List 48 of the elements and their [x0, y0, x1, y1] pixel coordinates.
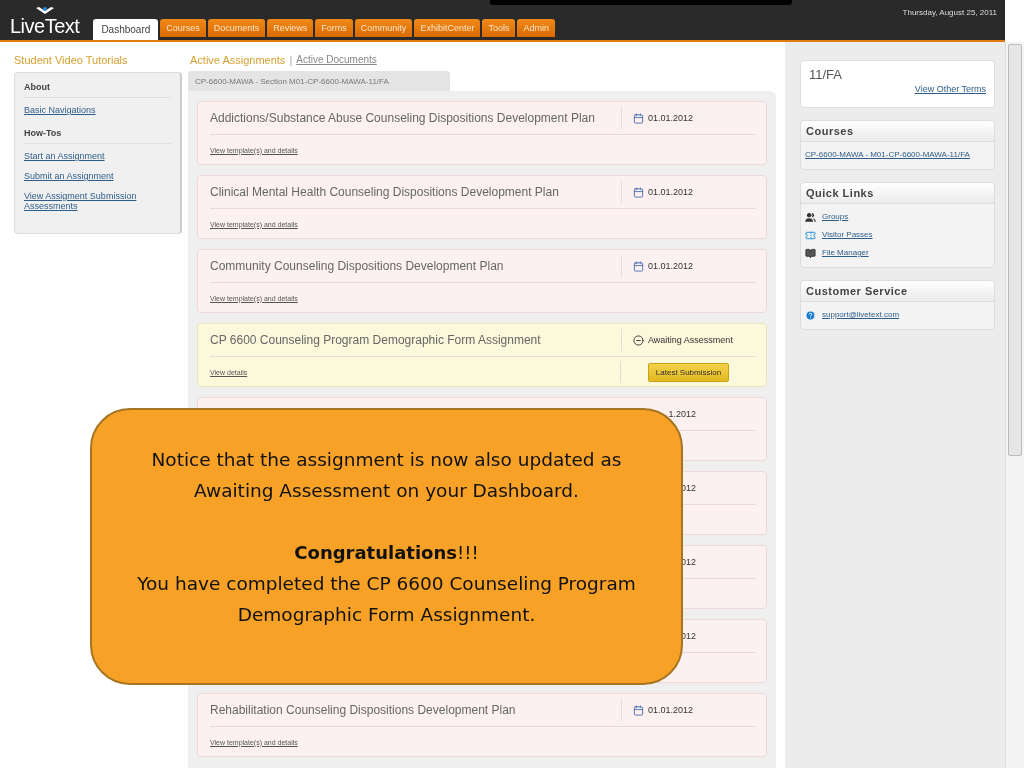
calendar-icon — [633, 704, 644, 716]
tutorial-link[interactable]: Submit an Assignment — [24, 171, 171, 181]
calendar-icon — [633, 112, 644, 124]
ticket-icon — [805, 229, 816, 241]
current-date: Thursday, August 25, 2011 — [902, 8, 997, 17]
due-date: 1.2012 — [668, 409, 696, 419]
tutorial-link[interactable]: Basic Navigations — [24, 105, 171, 115]
assignment-title: CP 6600 Counseling Program Demographic Form Assignment — [210, 333, 542, 347]
course-link[interactable]: CP-6600-MAWA - M01-CP-6600-MAWA-11/FA — [805, 147, 990, 163]
separator: | — [289, 54, 293, 66]
callout-heading: Congratulations!!! — [294, 541, 479, 565]
box-heading: Courses — [801, 121, 994, 142]
view-link[interactable]: Active Documents — [296, 54, 377, 66]
sidebar-title: Student Video Tutorials — [14, 54, 129, 66]
tutorial-link[interactable]: Start an Assignment — [24, 151, 171, 161]
due-date: 01.01.2012 — [648, 113, 694, 123]
section-heading: How-Tos — [24, 125, 171, 144]
box-heading: Quick Links — [801, 183, 994, 204]
section-tab[interactable]: CP-6600-MAWA - Section M01-CP-6600-MAWA-11/FA — [188, 71, 450, 91]
calendar-icon — [633, 186, 644, 198]
quick-link[interactable]: Groups — [822, 209, 849, 225]
logo-text: LiveText — [10, 16, 80, 36]
nav-tab[interactable]: Dashboard — [93, 19, 159, 40]
due-date: 01.01.2012 — [648, 187, 694, 197]
tutorial-link[interactable]: View Assigment Submission Assessments — [24, 191, 171, 211]
support-email-link[interactable]: support@livetext.com — [822, 307, 900, 323]
scroll-thumb[interactable] — [1008, 44, 1022, 456]
assignment-title: Community Counseling Dispositions Development Plan — [210, 259, 505, 273]
status-text: Awaiting Assessment — [648, 335, 733, 345]
calendar-icon — [633, 260, 644, 272]
latest-submission-button[interactable]: Latest Submission — [647, 362, 730, 382]
section-heading: About — [24, 79, 171, 98]
callout-notice: Notice that the assignment is now also updated as Awaiting Assessment on your Dashboard. — [150, 448, 623, 503]
assignment-title: Clinical Mental Health Counseling Dispositions Development Plan — [210, 185, 560, 199]
people-icon — [805, 211, 816, 223]
box-heading: Customer Service — [801, 281, 994, 302]
quick-link[interactable]: Visitor Passes — [822, 227, 873, 243]
quick-link[interactable]: File Manager — [822, 245, 869, 261]
assignment-title: Addictions/Substance Abuse Counseling Dispositions Development Plan — [210, 111, 596, 125]
term-label: 11/FA — [809, 67, 843, 82]
book-icon — [805, 247, 816, 259]
minus-circle-icon — [633, 334, 644, 346]
view-terms-link[interactable]: View Other Terms — [914, 84, 986, 94]
assignment-title: Rehabilitation Counseling Dispositions Development Plan — [210, 703, 517, 717]
due-date: 01.01.2012 — [648, 705, 694, 715]
help-icon — [805, 309, 816, 321]
due-date: 01.01.2012 — [648, 261, 694, 271]
callout-message: You have completed the CP 6600 Counseling Program Demographic Form Assignment. — [136, 572, 637, 627]
